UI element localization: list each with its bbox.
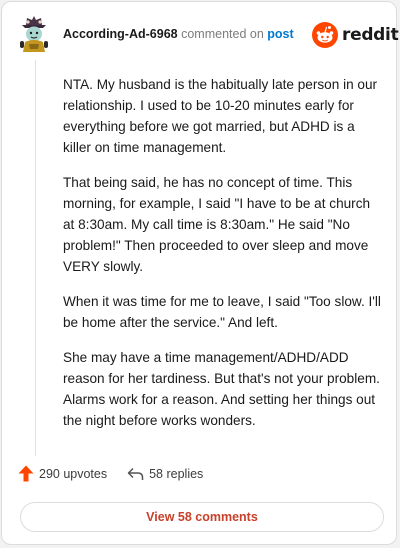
thread-line[interactable] bbox=[35, 60, 36, 456]
view-comments-button[interactable]: View 58 comments bbox=[20, 502, 384, 532]
comment-actions: 290 upvotes 58 replies bbox=[18, 465, 203, 482]
comment-body: NTA. My husband is the habitually late p… bbox=[63, 74, 383, 445]
reddit-wordmark: reddit bbox=[342, 25, 399, 45]
comment-card: According-Ad-6968 commented on post redd… bbox=[1, 1, 399, 545]
upvote-button[interactable]: 290 upvotes bbox=[18, 465, 107, 482]
upvote-arrow-icon bbox=[18, 465, 34, 482]
comment-paragraph: That being said, he has no concept of ti… bbox=[63, 175, 371, 274]
post-link[interactable]: post bbox=[267, 27, 293, 41]
reply-count: 58 replies bbox=[149, 466, 204, 481]
avatar-icon[interactable] bbox=[18, 16, 50, 52]
comment-paragraph: When it was time for me to leave, I said… bbox=[63, 294, 381, 330]
upvote-count: 290 upvotes bbox=[39, 466, 108, 481]
reply-arrow-icon bbox=[127, 467, 144, 480]
comment-paragraph: NTA. My husband is the habitually late p… bbox=[63, 77, 378, 155]
comment-paragraph: She may have a time management/ADHD/ADD … bbox=[63, 350, 380, 428]
username-link[interactable]: According-Ad-6968 bbox=[63, 27, 178, 41]
reddit-logo[interactable]: reddit bbox=[312, 22, 399, 48]
replies-button[interactable]: 58 replies bbox=[127, 467, 203, 481]
commented-on-text: commented on bbox=[181, 27, 264, 41]
comment-header: According-Ad-6968 commented on post bbox=[63, 26, 294, 42]
reddit-logo-icon bbox=[312, 22, 338, 48]
